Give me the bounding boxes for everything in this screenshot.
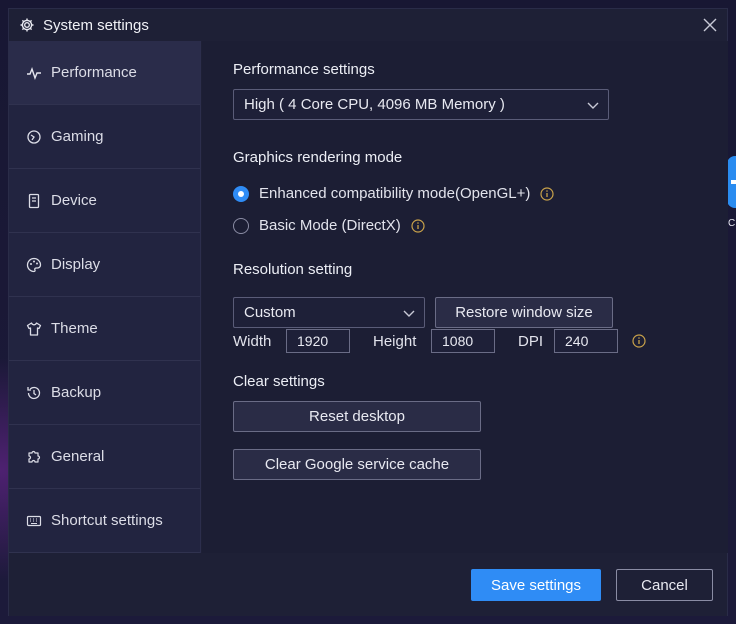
info-icon[interactable] xyxy=(632,334,646,348)
radio-unselected[interactable] xyxy=(233,217,249,234)
sidebar-item-label: Performance xyxy=(51,64,137,81)
close-icon xyxy=(703,18,717,32)
info-icon[interactable] xyxy=(540,186,555,201)
sidebar-item-device[interactable]: Device xyxy=(9,169,200,233)
chevron-down-icon xyxy=(403,310,415,317)
sidebar-item-label: Shortcut settings xyxy=(51,512,163,529)
performance-preset-select[interactable]: High ( 4 Core CPU, 4096 MB Memory ) xyxy=(233,89,609,120)
radio-selected[interactable] xyxy=(233,185,249,202)
performance-section-title: Performance settings xyxy=(233,61,375,78)
sidebar-item-label: Backup xyxy=(51,384,102,401)
settings-window: System settings Performance Gaming Devic… xyxy=(8,8,728,616)
performance-preset-value: High ( 4 Core CPU, 4096 MB Memory ) xyxy=(244,96,505,113)
desktop-app-icon[interactable] xyxy=(727,156,736,208)
dpi-input[interactable]: 240 xyxy=(554,329,618,353)
sidebar-item-shortcut-settings[interactable]: Shortcut settings xyxy=(9,489,200,553)
shirt-icon xyxy=(25,320,43,338)
sidebar-item-performance[interactable]: Performance xyxy=(9,41,200,105)
resolution-section-title: Resolution setting xyxy=(233,261,353,278)
sidebar-item-label: Gaming xyxy=(51,128,104,145)
backup-icon xyxy=(25,384,43,402)
restore-window-size-button[interactable]: Restore window size xyxy=(435,297,613,328)
cancel-button[interactable]: Cancel xyxy=(616,569,713,601)
resolution-preset-value: Custom xyxy=(244,304,296,321)
window-title: System settings xyxy=(43,16,149,34)
puzzle-icon xyxy=(25,448,43,466)
height-label: Height xyxy=(373,333,417,350)
sidebar-item-backup[interactable]: Backup xyxy=(9,361,200,425)
sidebar-item-label: Device xyxy=(51,192,97,209)
info-icon[interactable] xyxy=(411,218,425,233)
graphics-option-directx[interactable]: Basic Mode (DirectX) xyxy=(233,217,425,234)
gaming-icon xyxy=(25,128,43,146)
sidebar-item-label: Display xyxy=(51,256,101,273)
width-label: Width xyxy=(233,333,272,350)
sidebar-item-theme[interactable]: Theme xyxy=(9,297,200,361)
sidebar-item-label: General xyxy=(51,448,105,465)
graphics-option-opengl[interactable]: Enhanced compatibility mode(OpenGL+) xyxy=(233,185,555,202)
graphics-section-title: Graphics rendering mode xyxy=(233,149,403,166)
settings-content: Performance settings High ( 4 Core CPU, … xyxy=(202,41,728,553)
chevron-down-icon xyxy=(587,102,599,109)
sidebar-item-general[interactable]: General xyxy=(9,425,200,489)
radio-label: Enhanced compatibility mode(OpenGL+) xyxy=(259,185,531,202)
height-input[interactable]: 1080 xyxy=(431,329,495,353)
device-icon xyxy=(25,192,43,210)
clear-google-cache-button[interactable]: Clear Google service cache xyxy=(233,449,481,480)
clear-section-title: Clear settings xyxy=(233,373,325,390)
sidebar-item-label: Theme xyxy=(51,320,98,337)
dialog-footer: Save settings Cancel xyxy=(9,553,727,616)
desktop-app-label: C xyxy=(728,218,736,229)
close-button[interactable] xyxy=(701,16,719,34)
title-bar: System settings xyxy=(9,9,727,41)
palette-icon xyxy=(25,256,43,274)
reset-desktop-button[interactable]: Reset desktop xyxy=(233,401,481,432)
keyboard-icon xyxy=(25,512,43,530)
sidebar: Performance Gaming Device Display Theme xyxy=(9,41,201,553)
radio-label: Basic Mode (DirectX) xyxy=(259,217,401,234)
sidebar-item-display[interactable]: Display xyxy=(9,233,200,297)
dpi-label: DPI xyxy=(518,333,544,350)
resolution-preset-select[interactable]: Custom xyxy=(233,297,425,328)
width-input[interactable]: 1920 xyxy=(286,329,350,353)
gear-icon xyxy=(19,17,35,33)
sidebar-item-gaming[interactable]: Gaming xyxy=(9,105,200,169)
save-settings-button[interactable]: Save settings xyxy=(471,569,601,601)
pulse-icon xyxy=(25,64,43,82)
